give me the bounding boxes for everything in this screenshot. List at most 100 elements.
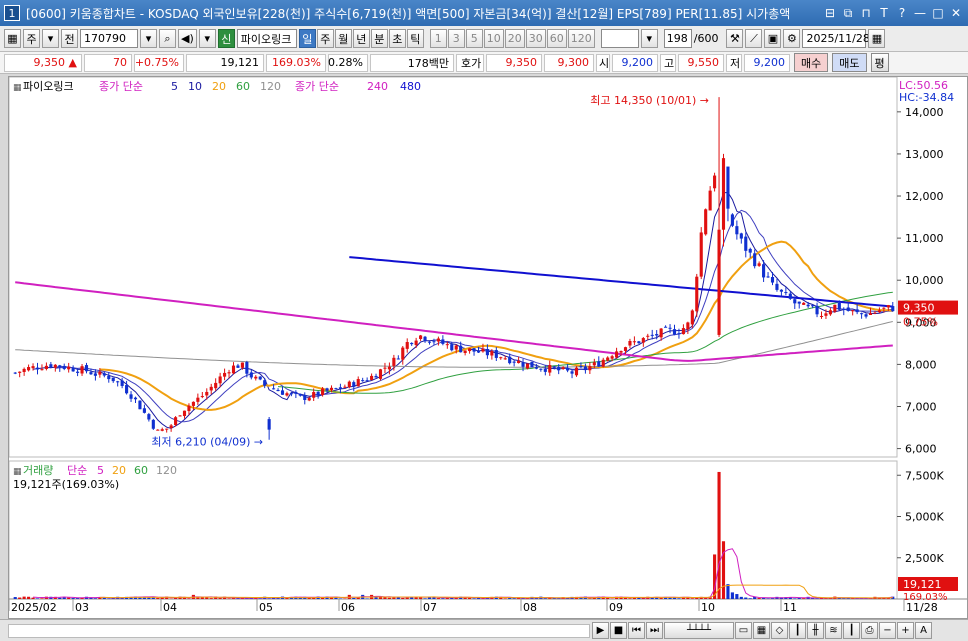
candle-body: [76, 371, 80, 373]
search-icon[interactable]: ⌕: [159, 29, 176, 48]
high-value: 9,550: [678, 53, 724, 72]
grid-icon[interactable]: ▦: [4, 29, 21, 48]
tools-icon[interactable]: ⚒: [726, 29, 744, 48]
candle-body: [690, 310, 694, 325]
candle-body: [18, 371, 22, 373]
date-input[interactable]: 2025/11/28: [802, 29, 870, 48]
window-button-5[interactable]: —: [912, 5, 928, 21]
volume-bar: [543, 598, 547, 599]
volume-bar: [739, 596, 743, 599]
bid-value: 9,300: [544, 53, 594, 72]
period-tab[interactable]: 틱: [406, 29, 424, 48]
chart-svg[interactable]: 14,00013,00012,00011,00010,0009,0008,000…: [8, 76, 967, 618]
candle-body: [111, 377, 115, 382]
print-icon[interactable]: ⎙: [861, 622, 878, 639]
interval-button[interactable]: 1: [429, 29, 447, 48]
grid2-icon[interactable]: ▦: [753, 622, 770, 639]
buy-button[interactable]: 매수: [794, 53, 829, 72]
candle-body: [272, 388, 276, 390]
volume-bar: [258, 598, 262, 599]
window-button-1[interactable]: ⧉: [840, 5, 856, 21]
window-button-0[interactable]: ⊟: [822, 5, 838, 21]
volume-bar: [441, 598, 445, 599]
candle-body: [27, 367, 31, 371]
volume-bar: [338, 598, 342, 599]
period-tab[interactable]: 분: [370, 29, 388, 48]
market-select[interactable]: 주: [23, 29, 40, 48]
stock-code-input[interactable]: 170790: [80, 29, 138, 48]
zoom-out-box-icon[interactable]: ▭: [735, 622, 752, 639]
stop-icon[interactable]: ■: [610, 622, 627, 639]
candle-body: [356, 379, 360, 387]
interval-button[interactable]: 3: [447, 29, 465, 48]
ruler-icon[interactable]: ┴┴┴┴: [664, 622, 734, 639]
period-tab[interactable]: 년: [352, 29, 370, 48]
volume-bar: [365, 598, 369, 599]
line-tool-icon[interactable]: ⟋: [745, 29, 763, 48]
candle-body: [686, 322, 690, 330]
eval-button[interactable]: 평: [870, 53, 889, 72]
chart-area[interactable]: 14,000 13,000 12,000 11,000 10,000 9,000 8,000…: [8, 76, 968, 619]
interval-input[interactable]: [600, 29, 639, 48]
step-back-icon[interactable]: ⏮: [628, 622, 645, 639]
window-button-2[interactable]: ⊓: [858, 5, 874, 21]
candle-body: [735, 226, 739, 235]
save-icon[interactable]: ▣: [764, 29, 782, 48]
prev-button[interactable]: 전: [61, 29, 78, 48]
candle-body: [766, 276, 770, 278]
speaker-dropdown-icon[interactable]: ▾: [198, 29, 216, 48]
open-label: 시: [596, 53, 610, 72]
candle-body: [779, 289, 783, 292]
sell-button[interactable]: 매도: [832, 53, 867, 72]
minus-icon[interactable]: −: [879, 622, 896, 639]
interval-dropdown-icon[interactable]: ▾: [640, 29, 658, 48]
interval-button[interactable]: 60: [546, 29, 567, 48]
period-tab[interactable]: 월: [334, 29, 352, 48]
candle-body: [298, 393, 302, 396]
vol-legend-period: 20: [112, 464, 126, 477]
interval-button[interactable]: 20: [504, 29, 525, 48]
candle-body: [877, 310, 881, 312]
gear-icon[interactable]: ⚙: [783, 29, 801, 48]
interval-buttons: 1 3 5 10 20 30 60 120: [429, 29, 595, 48]
bars-icon[interactable]: ╫: [807, 622, 824, 639]
candle2-icon[interactable]: ┃: [843, 622, 860, 639]
volume-bar: [757, 598, 761, 599]
scroll-left-icon[interactable]: ▶: [592, 622, 609, 639]
pattern-icon[interactable]: ≋: [825, 622, 842, 639]
calendar-icon[interactable]: ▦: [868, 29, 886, 48]
vol-legend-period: 60: [134, 464, 148, 477]
interval-button[interactable]: 30: [525, 29, 546, 48]
legend-ma-period2: 240: [367, 80, 388, 93]
period-tab[interactable]: 일: [298, 29, 316, 48]
low-annotation: 최저 6,210 (04/09) →: [151, 436, 263, 449]
interval-button[interactable]: 120: [567, 29, 595, 48]
window-number[interactable]: 1: [4, 5, 20, 21]
window-button-7[interactable]: ✕: [948, 5, 964, 21]
font-size-icon[interactable]: A: [915, 622, 932, 639]
candle-body: [468, 348, 472, 352]
volume-bar: [423, 598, 427, 599]
candle-body: [98, 371, 102, 375]
stock-name-field: 파이오링크: [236, 29, 297, 48]
count-input[interactable]: 198: [663, 29, 692, 48]
candle-body: [557, 367, 561, 371]
period-tab[interactable]: 주: [316, 29, 334, 48]
window-button-4[interactable]: ?: [894, 5, 910, 21]
speaker-icon[interactable]: ◀): [178, 29, 197, 48]
interval-button[interactable]: 10: [483, 29, 504, 48]
period-tab[interactable]: 초: [388, 29, 406, 48]
shape-icon[interactable]: ◇: [771, 622, 788, 639]
plus-icon[interactable]: +: [897, 622, 914, 639]
step-forward-icon[interactable]: ⏭: [646, 622, 663, 639]
dropdown-icon[interactable]: ▾: [42, 29, 59, 48]
candle-body: [263, 380, 267, 386]
x-tick-label: 09: [609, 601, 623, 614]
vol-legend-period: 120: [156, 464, 177, 477]
window-button-6[interactable]: □: [930, 5, 946, 21]
chart-scrollbar[interactable]: [8, 624, 590, 638]
window-button-3[interactable]: T: [876, 5, 892, 21]
candle-icon[interactable]: ┃: [789, 622, 806, 639]
interval-button[interactable]: 5: [465, 29, 483, 48]
code-dropdown-icon[interactable]: ▾: [140, 29, 157, 48]
